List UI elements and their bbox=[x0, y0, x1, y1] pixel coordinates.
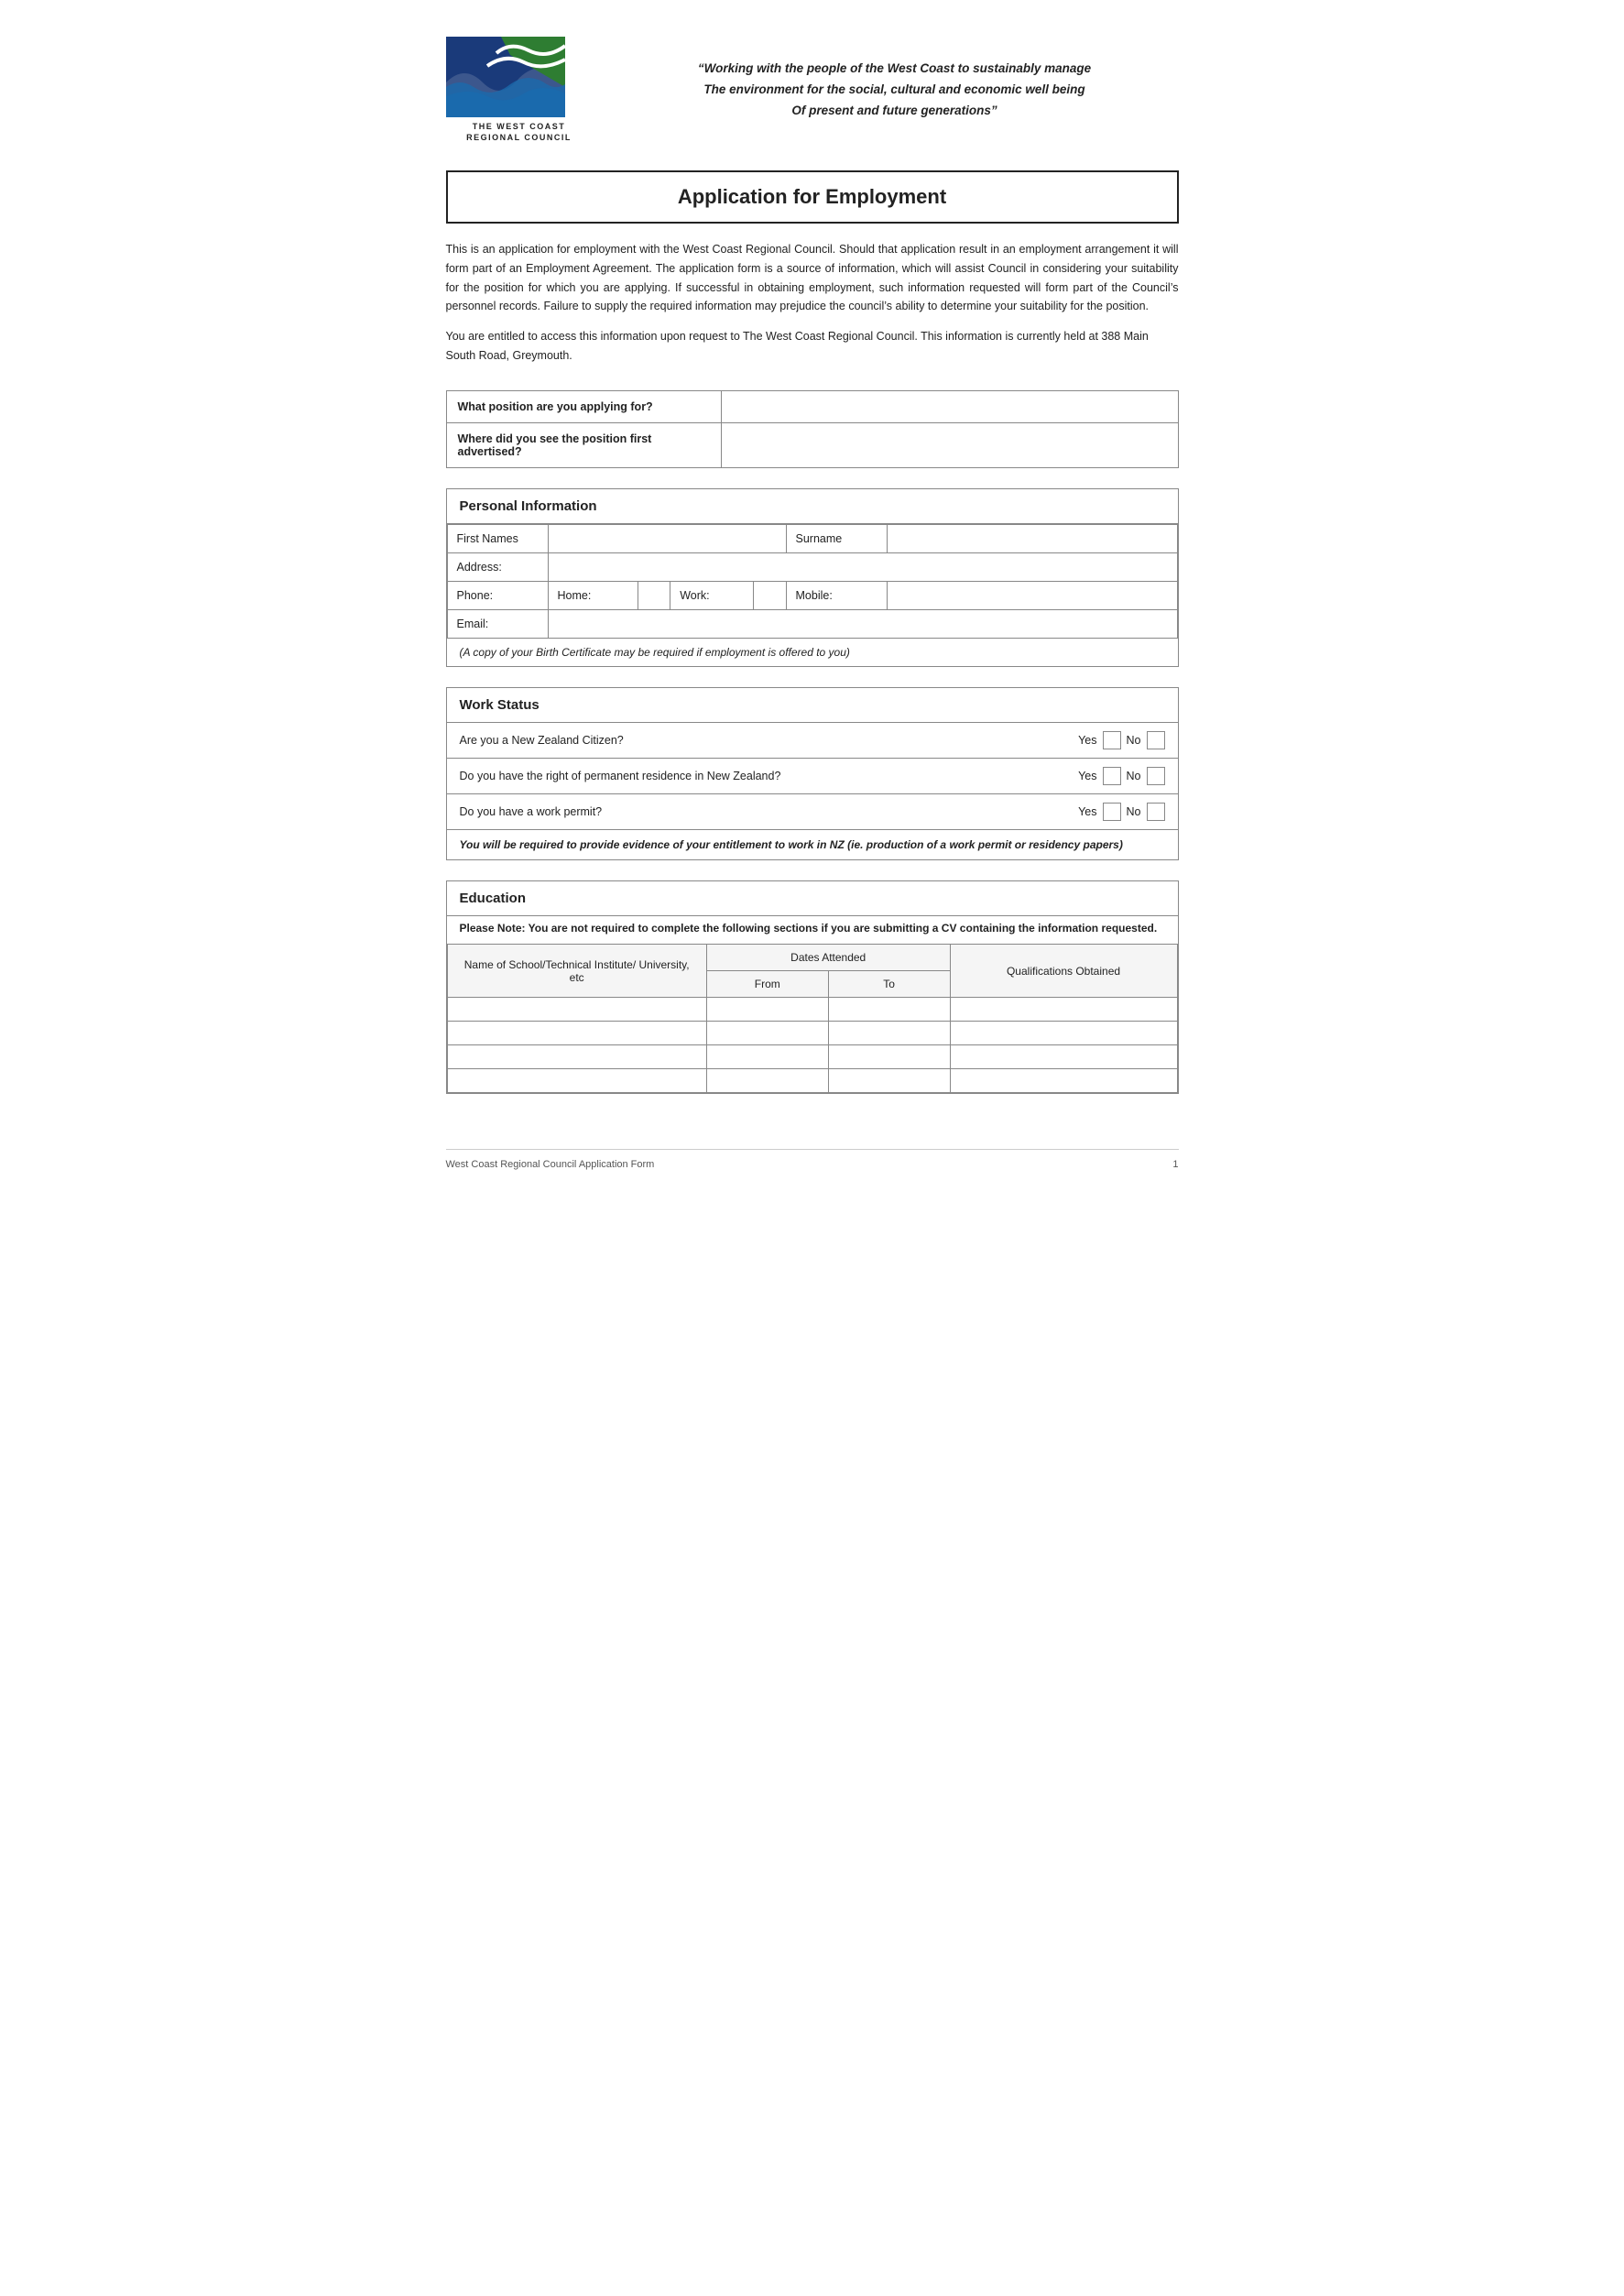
edu-institution-0[interactable] bbox=[447, 998, 706, 1022]
work-label: Work: bbox=[670, 582, 754, 609]
edu-to-header: To bbox=[828, 971, 950, 998]
logo-text: THE WEST COAST REGIONAL COUNCIL bbox=[446, 122, 593, 143]
position-label-2: Where did you see the position first adv… bbox=[447, 423, 722, 467]
edu-to-0[interactable] bbox=[828, 998, 950, 1022]
first-names-label: First Names bbox=[447, 525, 548, 553]
mobile-label: Mobile: bbox=[786, 582, 887, 610]
surname-value[interactable] bbox=[887, 525, 1177, 553]
education-title: Education bbox=[447, 881, 1178, 916]
edu-dates-header: Dates Attended bbox=[706, 945, 950, 971]
no-label-1: No bbox=[1127, 770, 1141, 782]
phone-subtable: Home: Work: bbox=[549, 582, 786, 609]
intro-para2: You are entitled to access this informat… bbox=[446, 327, 1179, 365]
home-value[interactable] bbox=[638, 582, 670, 609]
personal-info-section: Personal Information First Names Surname… bbox=[446, 488, 1179, 667]
work-status-section: Work Status Are you a New Zealand Citize… bbox=[446, 687, 1179, 860]
position-section: What position are you applying for? Wher… bbox=[446, 390, 1179, 468]
email-value[interactable] bbox=[548, 610, 1177, 639]
logo-image bbox=[446, 37, 565, 117]
edu-qualifications-1[interactable] bbox=[950, 1022, 1177, 1045]
edu-header-row: Name of School/Technical Institute/ Univ… bbox=[447, 945, 1177, 971]
page-title: Application for Employment bbox=[457, 185, 1168, 209]
email-row: Email: bbox=[447, 610, 1177, 639]
birth-notice: (A copy of your Birth Certificate may be… bbox=[447, 639, 1178, 666]
email-label: Email: bbox=[447, 610, 548, 639]
yes-box-0[interactable] bbox=[1103, 731, 1121, 749]
edu-qualifications-3[interactable] bbox=[950, 1069, 1177, 1093]
work-status-question-2: Do you have a work permit? bbox=[460, 805, 1079, 818]
position-row-2: Where did you see the position first adv… bbox=[447, 423, 1178, 467]
yes-no-group-0: Yes No bbox=[1078, 731, 1164, 749]
name-row: First Names Surname bbox=[447, 525, 1177, 553]
page-title-box: Application for Employment bbox=[446, 170, 1179, 224]
no-box-1[interactable] bbox=[1147, 767, 1165, 785]
edu-row-1 bbox=[447, 1022, 1177, 1045]
mobile-value[interactable] bbox=[887, 582, 1177, 610]
footer-right: 1 bbox=[1172, 1159, 1178, 1170]
tagline: “Working with the people of the West Coa… bbox=[593, 59, 1179, 122]
page-footer: West Coast Regional Council Application … bbox=[446, 1149, 1179, 1170]
work-status-row-0: Are you a New Zealand Citizen? Yes No bbox=[447, 723, 1178, 759]
personal-info-title: Personal Information bbox=[447, 489, 1178, 524]
edu-institution-1[interactable] bbox=[447, 1022, 706, 1045]
edu-to-1[interactable] bbox=[828, 1022, 950, 1045]
education-table: Name of School/Technical Institute/ Univ… bbox=[447, 944, 1178, 1093]
work-status-notice: You will be required to provide evidence… bbox=[447, 830, 1178, 859]
work-status-row-2: Do you have a work permit? Yes No bbox=[447, 794, 1178, 830]
no-box-0[interactable] bbox=[1147, 731, 1165, 749]
yes-label-2: Yes bbox=[1078, 805, 1096, 818]
edu-qualifications-0[interactable] bbox=[950, 998, 1177, 1022]
edu-to-2[interactable] bbox=[828, 1045, 950, 1069]
footer-left: West Coast Regional Council Application … bbox=[446, 1159, 655, 1170]
yes-no-group-2: Yes No bbox=[1078, 803, 1164, 821]
page-header: THE WEST COAST REGIONAL COUNCIL “Working… bbox=[446, 37, 1179, 143]
yes-label-1: Yes bbox=[1078, 770, 1096, 782]
edu-from-3[interactable] bbox=[706, 1069, 828, 1093]
yes-no-group-1: Yes No bbox=[1078, 767, 1164, 785]
yes-label-0: Yes bbox=[1078, 734, 1096, 747]
work-status-title: Work Status bbox=[447, 688, 1178, 723]
edu-from-2[interactable] bbox=[706, 1045, 828, 1069]
edu-institution-3[interactable] bbox=[447, 1069, 706, 1093]
edu-to-3[interactable] bbox=[828, 1069, 950, 1093]
first-names-value[interactable] bbox=[548, 525, 786, 553]
phone-label: Phone: bbox=[447, 582, 548, 610]
work-status-row-1: Do you have the right of permanent resid… bbox=[447, 759, 1178, 794]
work-value[interactable] bbox=[754, 582, 786, 609]
home-label: Home: bbox=[549, 582, 638, 609]
education-note: Please Note: You are not required to com… bbox=[447, 916, 1178, 944]
edu-from-0[interactable] bbox=[706, 998, 828, 1022]
edu-row-0 bbox=[447, 998, 1177, 1022]
position-answer-2[interactable] bbox=[722, 423, 1178, 467]
education-section: Education Please Note: You are not requi… bbox=[446, 880, 1179, 1094]
position-answer-1[interactable] bbox=[722, 391, 1178, 422]
edu-institution-header: Name of School/Technical Institute/ Univ… bbox=[447, 945, 706, 998]
logo-area: THE WEST COAST REGIONAL COUNCIL bbox=[446, 37, 593, 143]
position-label-1: What position are you applying for? bbox=[447, 391, 722, 422]
edu-row-2 bbox=[447, 1045, 1177, 1069]
work-status-question-1: Do you have the right of permanent resid… bbox=[460, 770, 1079, 782]
address-label: Address: bbox=[447, 553, 548, 582]
position-row-1: What position are you applying for? bbox=[447, 391, 1178, 423]
yes-box-1[interactable] bbox=[1103, 767, 1121, 785]
no-box-2[interactable] bbox=[1147, 803, 1165, 821]
phone-row: Phone: Home: Work: Mobile: bbox=[447, 582, 1177, 610]
edu-from-header: From bbox=[706, 971, 828, 998]
address-value[interactable] bbox=[548, 553, 1177, 582]
edu-row-3 bbox=[447, 1069, 1177, 1093]
edu-qualifications-header: Qualifications Obtained bbox=[950, 945, 1177, 998]
intro-para1: This is an application for employment wi… bbox=[446, 240, 1179, 316]
phone-home-cell: Home: Work: bbox=[548, 582, 786, 610]
no-label-2: No bbox=[1127, 805, 1141, 818]
address-row: Address: bbox=[447, 553, 1177, 582]
personal-info-table: First Names Surname Address: Phone: Home… bbox=[447, 524, 1178, 639]
edu-institution-2[interactable] bbox=[447, 1045, 706, 1069]
work-status-notice-text: You will be required to provide evidence… bbox=[460, 838, 1123, 851]
edu-qualifications-2[interactable] bbox=[950, 1045, 1177, 1069]
no-label-0: No bbox=[1127, 734, 1141, 747]
surname-label: Surname bbox=[786, 525, 887, 553]
yes-box-2[interactable] bbox=[1103, 803, 1121, 821]
work-status-question-0: Are you a New Zealand Citizen? bbox=[460, 734, 1079, 747]
edu-from-1[interactable] bbox=[706, 1022, 828, 1045]
